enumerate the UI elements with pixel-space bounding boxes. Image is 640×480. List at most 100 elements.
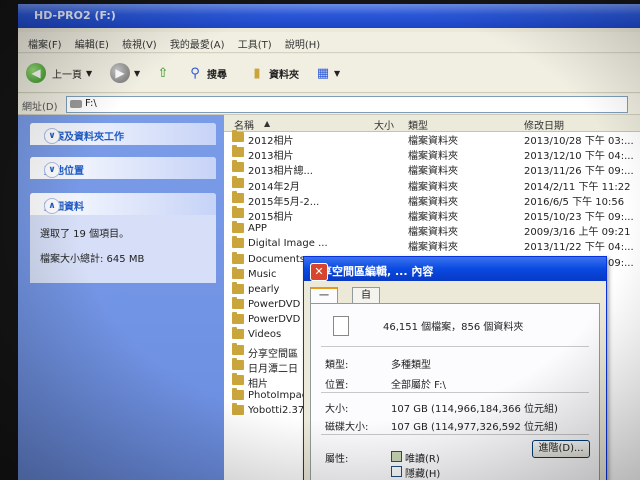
back-button[interactable]: ◀ 上一頁 ▼ [26,61,92,85]
folder-icon [232,312,244,325]
file-name: Documents [248,253,306,265]
search-button[interactable]: ⚲ 搜尋 [186,61,227,85]
menu-edit[interactable]: 編輯(E) [75,36,109,51]
menu-file[interactable]: 檔案(F) [28,36,62,51]
file-name: PhotoImpact [248,390,312,402]
folder-icon [232,297,244,310]
forward-button[interactable]: ▶ ▼ [110,61,140,85]
title-bar[interactable]: HD-PRO2 (F:) [18,4,640,28]
general-tab-page: 46,151 個檔案，856 個資料夾 類型: 多種類型 位置: 全部屬於 F:… [310,303,600,480]
folder-icon [232,388,244,401]
back-dropdown-icon: ▼ [86,68,93,78]
close-icon[interactable]: ✕ [310,263,328,281]
file-type: 檔案資料夾 [408,196,458,208]
advanced-button[interactable]: 進階(D)... [532,440,590,458]
file-name: 相片 [248,379,268,390]
type-value: 多種類型 [391,360,431,371]
file-name: PowerDVD 1 [248,314,310,326]
menu-help[interactable]: 說明(H) [285,36,320,51]
column-size[interactable]: 大小 [374,117,394,132]
file-row[interactable]: 2013相片 檔案資料夾 2013/12/10 下午 04:... [224,145,640,162]
views-button[interactable]: ▦ ▼ [314,61,340,85]
folder-icon [232,175,244,188]
folders-button[interactable]: ▮ 資料夾 [248,61,299,85]
readonly-label: 唯讀(R) [405,454,440,465]
disk-size-label: 磁碟大小: [325,422,369,433]
expand-chevron-icon[interactable]: ∨ [44,128,60,144]
menu-favorites[interactable]: 我的最愛(A) [170,36,225,51]
folder-icon [232,205,244,218]
drive-icon [70,100,82,108]
size-value: 107 GB (114,966,184,366 位元組) [391,404,558,415]
details-header[interactable]: 詳細資料 ∧ [30,193,216,215]
column-header: 名稱 ▲ 大小 類型 修改日期 [224,115,640,132]
folders-label: 資料夾 [269,69,299,81]
menu-tools[interactable]: 工具(T) [238,36,272,51]
back-label: 上一頁 [52,69,82,81]
hidden-checkbox[interactable] [391,466,402,477]
file-row[interactable]: 2014年2月 檔案資料夾 2014/2/11 下午 11:22 [224,175,640,193]
dialog-title-bar[interactable]: 分享空間區編輯, ... 內容 ? ✕ [304,257,606,281]
up-folder-icon: ⇧ [157,65,169,81]
file-type: 檔案資料夾 [408,136,458,147]
file-name: 2013相片總... [248,166,313,178]
explorer-window: HD-PRO2 (F:) 檔案(F) 編輯(E) 檢視(V) 我的最愛(A) 工… [18,4,640,480]
expand-chevron-icon[interactable]: ∨ [44,162,60,178]
file-row[interactable]: 2013相片總... 檔案資料夾 2013/11/26 下午 09:... [224,160,640,178]
readonly-checkbox[interactable] [391,451,402,462]
size-label: 大小: [325,404,349,415]
dialog-title: 分享空間區編輯, ... 內容 [310,265,434,278]
menu-view[interactable]: 檢視(V) [122,36,157,51]
file-row[interactable]: APP 檔案資料夾 2009/3/16 上午 09:21 [224,221,640,239]
file-tasks-header[interactable]: 檔案及資料夾工作 ∨ [30,123,216,145]
file-name: PowerDVD 8 [248,299,310,311]
folder-icon [232,357,244,370]
file-type: 檔案資料夾 [408,227,458,239]
menu-bar: 檔案(F) 編輯(E) 檢視(V) 我的最愛(A) 工具(T) 說明(H) [18,32,640,53]
separator [321,346,589,347]
address-label: 網址(D) [22,102,58,113]
folder-icon [232,403,244,416]
file-date: 2015/10/23 下午 09:... [524,211,634,223]
file-name: 2014年2月 [248,181,300,193]
up-folder-button[interactable]: ⇧ [154,61,172,85]
file-row[interactable]: 2015相片 檔案資料夾 2015/10/23 下午 09:... [224,205,640,223]
file-name: Digital Image ... [248,238,328,250]
file-name: pearly [248,283,280,295]
collapse-chevron-icon[interactable]: ∧ [44,198,60,214]
summary-text: 46,151 個檔案，856 個資料夾 [383,322,524,333]
column-type[interactable]: 類型 [408,117,428,132]
location-value: 全部屬於 F:\ [391,380,446,391]
file-name: Videos [248,329,282,341]
type-label: 類型: [325,360,349,371]
file-row[interactable]: 2012相片 檔案資料夾 2013/10/28 下午 03:... [224,130,640,147]
views-icon: ▦ [316,65,330,81]
details-pane: 詳細資料 ∧ 選取了 19 個項目。 檔案大小總計: 645 MB [30,193,216,283]
location-label: 位置: [325,380,349,391]
other-places-header[interactable]: 其他位置 ∨ [30,157,216,179]
multiple-files-icon [333,316,349,336]
file-date: 2013/10/28 下午 03:... [524,136,634,147]
file-type: 檔案資料夾 [408,242,458,254]
folder-icon [232,130,244,142]
file-date: 2014/2/11 下午 11:22 [524,181,631,193]
file-type: 檔案資料夾 [408,181,458,193]
column-name[interactable]: 名稱 [234,117,254,132]
file-row[interactable]: 2015年5月-2... 檔案資料夾 2016/6/5 下午 10:56 [224,190,640,208]
details-total-size: 檔案大小總計: 645 MB [40,254,145,265]
tab-custom[interactable]: 自訂 [352,287,380,317]
folder-icon [232,190,244,203]
file-row[interactable]: Digital Image ... 檔案資料夾 2013/11/22 下午 04:.… [224,236,640,254]
file-tasks-pane: 檔案及資料夾工作 ∨ [30,123,216,145]
disk-size-value: 107 GB (114,977,326,592 位元組) [391,422,558,433]
address-input[interactable]: F:\ [66,96,628,113]
separator [321,434,589,435]
folder-icon [232,145,244,158]
file-name: 2012相片 [248,136,294,147]
folder-icon [232,327,244,340]
sort-ascending-icon: ▲ [264,119,271,128]
folder-icon [232,373,244,385]
separator [321,392,589,393]
file-name: 日月潭二日 [248,363,298,375]
column-date[interactable]: 修改日期 [524,117,564,132]
